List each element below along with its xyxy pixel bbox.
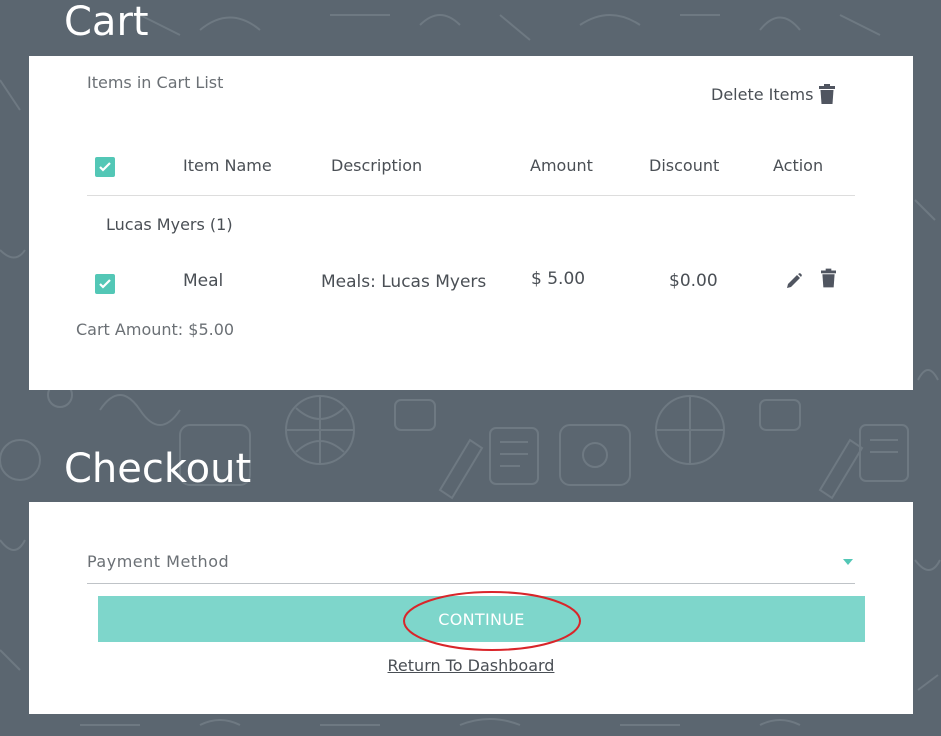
cart-amount: Cart Amount: $5.00 (76, 320, 235, 339)
dropdown-caret-icon (843, 559, 853, 565)
item-description-cell: Meals: Lucas Myers (321, 272, 487, 292)
checkout-title: Checkout (64, 446, 252, 492)
trash-icon (819, 84, 836, 104)
trash-icon[interactable] (821, 268, 836, 288)
payment-method-select[interactable]: Payment Method (87, 550, 855, 584)
column-header-discount: Discount (649, 156, 720, 175)
item-checkbox[interactable] (95, 274, 115, 294)
column-header-item-name: Item Name (183, 156, 272, 175)
continue-button[interactable]: CONTINUE (98, 596, 865, 642)
check-icon (99, 162, 111, 172)
column-header-action: Action (773, 156, 824, 175)
delete-items-button[interactable]: Delete Items (711, 84, 836, 104)
payment-method-placeholder: Payment Method (87, 552, 230, 571)
check-icon (99, 279, 111, 289)
checkout-card: Payment Method CONTINUE Return To Dashbo… (29, 502, 913, 714)
delete-items-label: Delete Items (711, 84, 814, 104)
group-label: Lucas Myers (1) (106, 215, 233, 234)
cart-card: Items in Cart List Delete Items Item Nam… (29, 56, 913, 390)
item-amount-cell: $ 5.00 (531, 269, 586, 289)
cart-title: Cart (64, 0, 149, 45)
header-divider (87, 195, 855, 196)
edit-pencil-icon[interactable] (785, 272, 803, 290)
column-header-amount: Amount (530, 156, 593, 175)
select-all-checkbox[interactable] (95, 157, 115, 177)
cart-list-heading: Items in Cart List (87, 73, 224, 92)
item-discount-cell: $0.00 (669, 271, 718, 291)
column-header-description: Description (331, 156, 423, 175)
item-name-cell: Meal (183, 271, 224, 291)
return-to-dashboard-link[interactable]: Return To Dashboard (29, 656, 913, 675)
